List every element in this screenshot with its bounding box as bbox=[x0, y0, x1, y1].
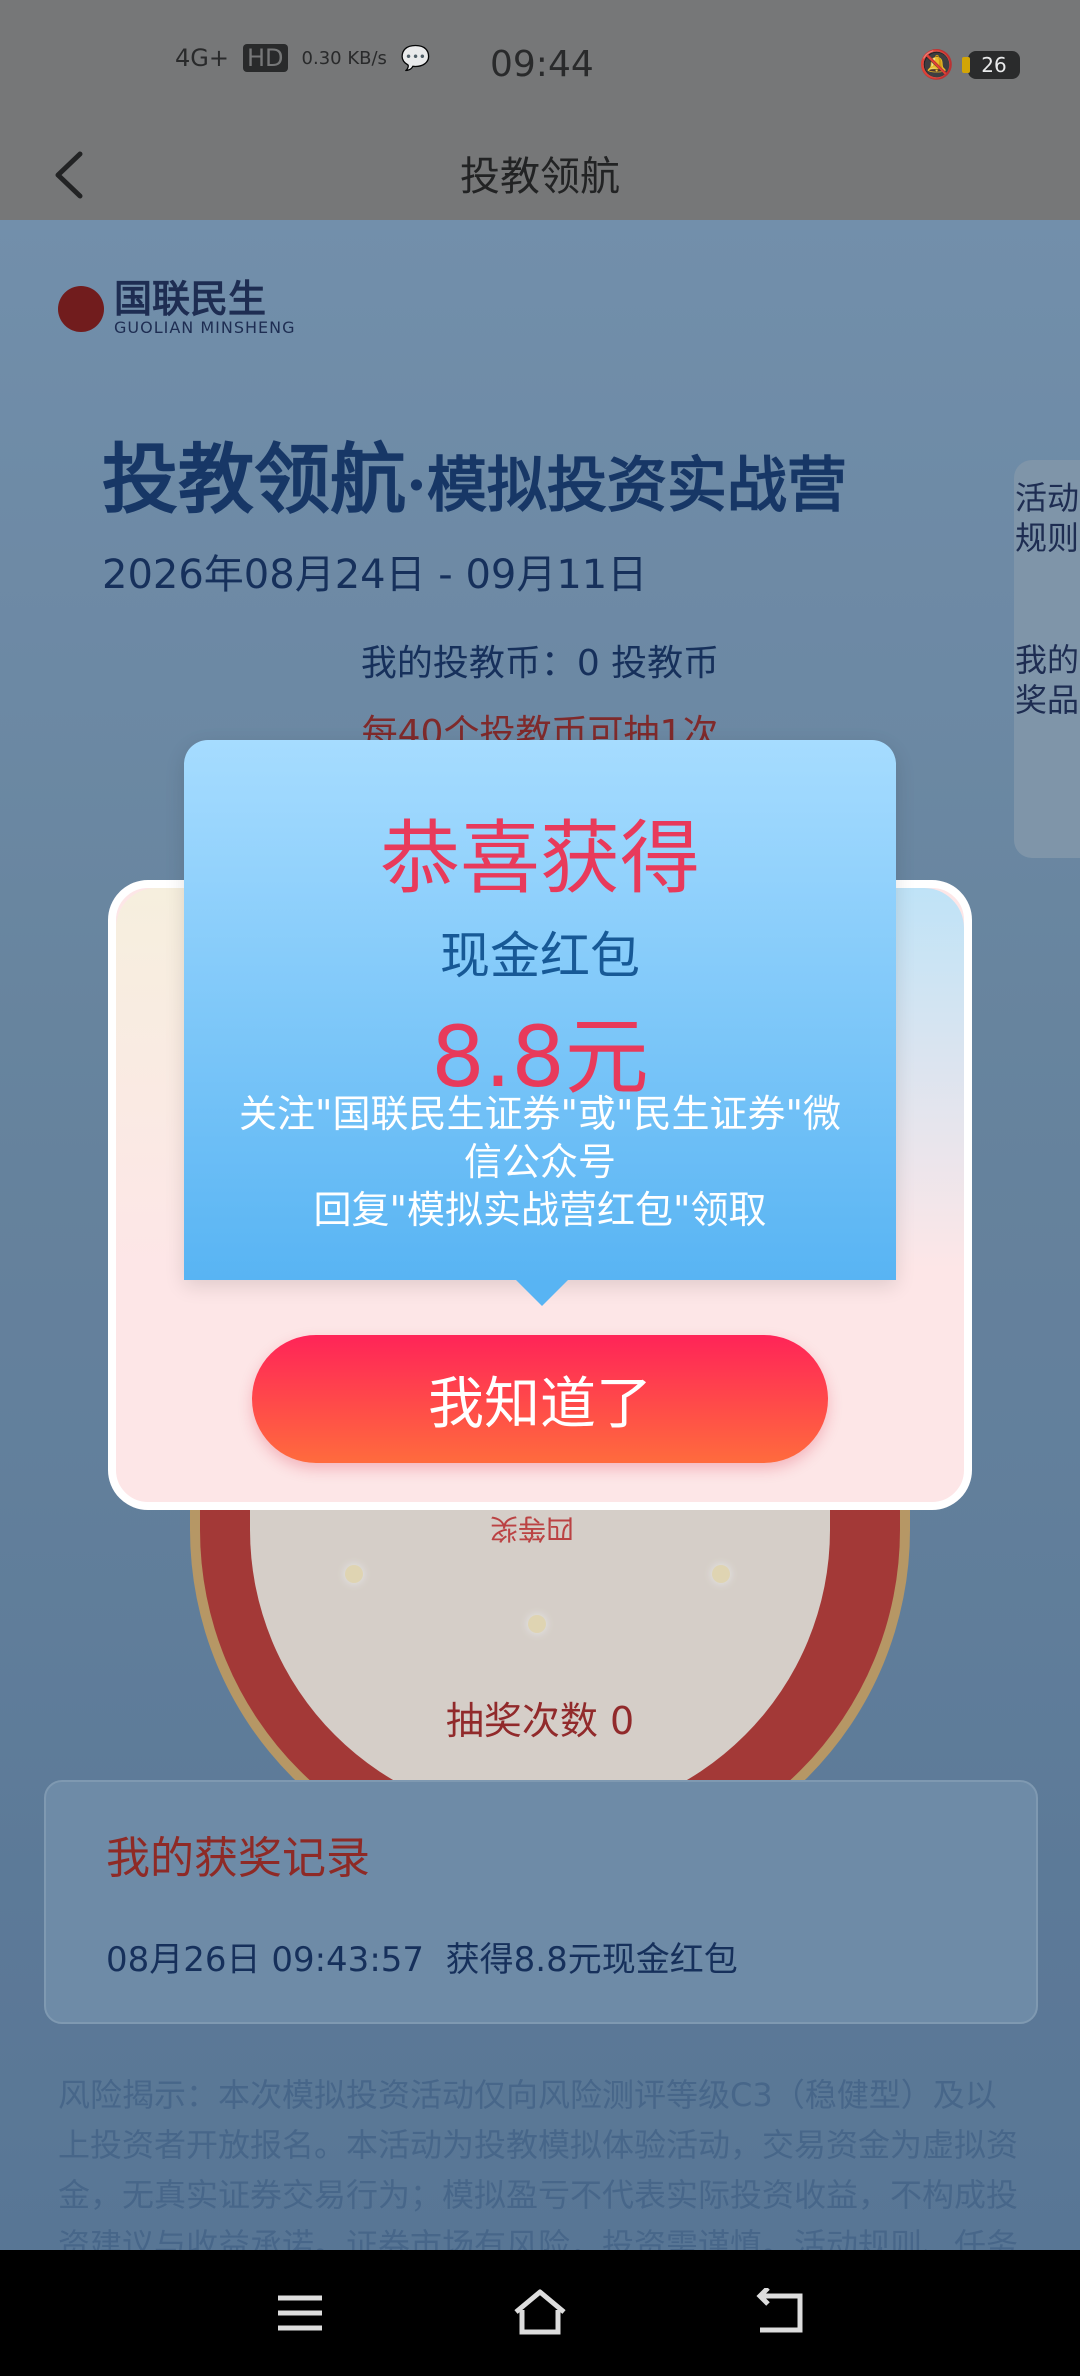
prize-type: 现金红包 bbox=[440, 927, 640, 985]
dialog-card: 恭喜获得 现金红包 8.8元 关注"国联民生证券"或"民生证券"微 信公众号 回… bbox=[184, 740, 896, 1306]
prize-dialog: 恭喜获得 现金红包 8.8元 关注"国联民生证券"或"民生证券"微 信公众号 回… bbox=[108, 740, 972, 1510]
menu-icon[interactable] bbox=[270, 2288, 330, 2338]
back-nav-icon[interactable] bbox=[750, 2288, 810, 2338]
dialog-title: 恭喜获得 bbox=[380, 812, 700, 905]
home-icon[interactable] bbox=[510, 2288, 570, 2338]
got-it-button[interactable]: 我知道了 bbox=[252, 1335, 828, 1463]
claim-instructions: 关注"国联民生证券"或"民生证券"微 信公众号 回复"模拟实战营红包"领取 bbox=[239, 1092, 841, 1232]
system-nav-bar bbox=[0, 2250, 1080, 2376]
